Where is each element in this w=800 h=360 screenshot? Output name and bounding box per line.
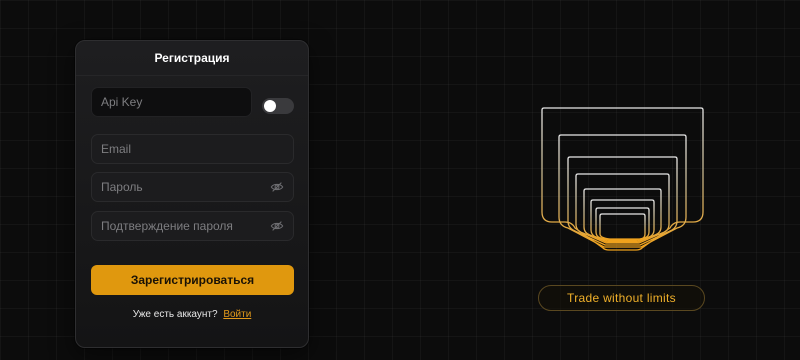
confirm-password-input[interactable]: [101, 219, 270, 233]
api-key-input[interactable]: [101, 95, 242, 109]
email-field[interactable]: [91, 134, 294, 164]
login-link[interactable]: Войти: [223, 309, 251, 320]
register-button[interactable]: Зарегистрироваться: [91, 265, 294, 295]
password-input[interactable]: [101, 180, 270, 194]
toggle-knob: [264, 100, 276, 112]
email-input[interactable]: [101, 142, 284, 156]
eye-off-icon[interactable]: [270, 180, 284, 194]
brand-logo-icon: [541, 107, 704, 251]
login-prompt: Уже есть аккаунт? Войти: [76, 309, 308, 320]
tagline-badge: Trade without limits: [538, 285, 705, 311]
confirm-password-field[interactable]: [91, 211, 294, 241]
password-field[interactable]: [91, 172, 294, 202]
api-key-toggle[interactable]: [262, 98, 294, 114]
eye-off-icon[interactable]: [270, 219, 284, 233]
registration-card: Регистрация Зарегистрироваться Уже есть …: [75, 40, 309, 348]
card-title: Регистрация: [76, 41, 308, 76]
api-key-field[interactable]: [91, 87, 252, 117]
have-account-text: Уже есть аккаунт?: [132, 309, 218, 320]
